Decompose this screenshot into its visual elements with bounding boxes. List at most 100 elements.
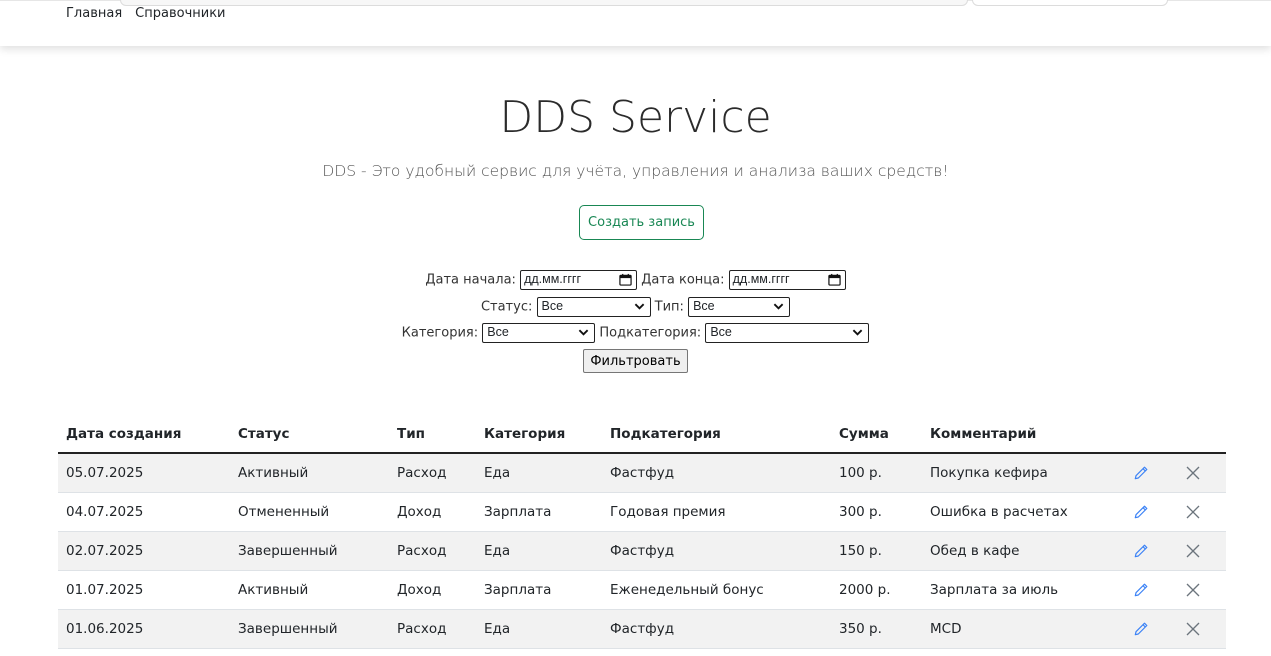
close-icon[interactable] [1185, 465, 1201, 481]
category-select-value: Все [487, 325, 509, 339]
close-icon[interactable] [1185, 504, 1201, 520]
cell-comment: Ошибка в расчетах [922, 492, 1125, 532]
filter-row-status-type: Статус: Все Тип: Все [0, 297, 1271, 317]
cell-delete [1177, 453, 1226, 493]
page-subtitle: DDS - Это удобный сервис для учёта, упра… [322, 162, 949, 180]
cell-comment: Обед в кафе [922, 531, 1125, 571]
cell-delete [1177, 492, 1226, 532]
chevron-down-icon [773, 303, 784, 310]
table-row: 02.07.2025 Завершенный Расход Еда Фастфу… [58, 531, 1226, 571]
cell-amount: 100 р. [831, 453, 922, 493]
cell-amount: 2000 р. [831, 570, 922, 610]
column-header-created-date: Дата создания [58, 416, 230, 454]
type-filter-label: Тип: [654, 299, 684, 315]
column-header-type: Тип [389, 416, 476, 454]
cell-created-date: 05.07.2025 [58, 453, 230, 493]
close-icon[interactable] [1185, 621, 1201, 637]
cell-created-date: 01.07.2025 [58, 570, 230, 610]
subcategory-select[interactable]: Все [705, 323, 870, 343]
cell-subcategory: Фастфуд [602, 453, 831, 493]
pencil-icon[interactable] [1133, 465, 1149, 481]
cell-edit [1125, 570, 1177, 610]
chevron-down-icon [634, 303, 644, 310]
cell-edit [1125, 492, 1177, 532]
nav-link-references[interactable]: Справочники [135, 6, 225, 21]
top-navbar: Главная Справочники [0, 0, 1271, 46]
calendar-icon[interactable] [619, 273, 632, 286]
cell-type: Расход [389, 531, 476, 571]
cell-status: Активный [230, 453, 389, 493]
calendar-icon[interactable] [827, 273, 841, 286]
filter-row-submit: Фильтровать [0, 349, 1271, 373]
cell-type: Доход [389, 570, 476, 610]
table-row: 01.07.2025 Активный Доход Зарплата Ежене… [58, 570, 1226, 610]
cell-edit [1125, 531, 1177, 571]
type-select[interactable]: Все [688, 297, 791, 317]
table-row: 04.07.2025 Отмененный Доход Зарплата Год… [58, 492, 1226, 532]
chevron-down-icon [578, 329, 589, 336]
create-record-button[interactable]: Создать запись [579, 205, 704, 240]
filter-row-category: Категория: Все Подкатегория: Все [0, 323, 1271, 343]
cell-created-date: 01.06.2025 [58, 609, 230, 649]
column-header-subcategory: Подкатегория [602, 416, 831, 454]
column-header-delete [1177, 416, 1226, 454]
subcategory-select-value: Все [710, 325, 732, 339]
column-header-status: Статус [230, 416, 389, 454]
cell-type: Расход [389, 453, 476, 493]
cell-category: Зарплата [476, 570, 602, 610]
cell-subcategory: Годовая премия [602, 492, 831, 532]
table-row: 01.06.2025 Завершенный Расход Еда Фастфу… [58, 609, 1226, 649]
status-select[interactable]: Все [536, 297, 651, 317]
close-icon[interactable] [1185, 582, 1201, 598]
cell-status: Завершенный [230, 609, 389, 649]
category-filter-label: Категория: [401, 325, 479, 341]
table-row: 05.07.2025 Активный Расход Еда Фастфуд 1… [58, 453, 1226, 493]
cell-category: Еда [476, 453, 602, 493]
cell-category: Зарплата [476, 492, 602, 532]
page-title: DDS Service [499, 92, 772, 143]
cell-comment: Покупка кефира [922, 453, 1125, 493]
cell-type: Доход [389, 492, 476, 532]
cell-category: Еда [476, 609, 602, 649]
category-select[interactable]: Все [482, 323, 596, 343]
status-select-value: Все [541, 299, 564, 313]
cell-amount: 300 р. [831, 492, 922, 532]
date-to-input[interactable]: дд.мм.гггг [728, 270, 846, 290]
date-from-value: дд.мм.гггг [524, 272, 582, 286]
cell-delete [1177, 609, 1226, 649]
main-nav: Главная Справочники [66, 6, 226, 21]
date-from-label: Дата начала: [425, 272, 516, 288]
pencil-icon[interactable] [1133, 543, 1149, 559]
subcategory-filter-label: Подкатегория: [599, 325, 702, 341]
column-header-category: Категория [476, 416, 602, 454]
column-header-edit [1125, 416, 1177, 454]
search-bar-stub [120, 0, 968, 6]
date-from-input[interactable]: дд.мм.гггг [520, 270, 638, 290]
close-icon[interactable] [1185, 543, 1201, 559]
cell-category: Еда [476, 531, 602, 571]
cell-delete [1177, 531, 1226, 571]
cell-subcategory: Фастфуд [602, 531, 831, 571]
column-header-comment: Комментарий [922, 416, 1125, 454]
cell-comment: Зарплата за июль [922, 570, 1125, 610]
date-to-label: Дата конца: [641, 272, 725, 288]
column-header-amount: Сумма [831, 416, 922, 454]
cell-status: Отмененный [230, 492, 389, 532]
nav-link-home[interactable]: Главная [66, 6, 122, 21]
filter-row-dates: Дата начала: дд.мм.гггг Дата конца: дд.м… [0, 270, 1271, 290]
status-filter-label: Статус: [480, 299, 533, 315]
pencil-icon[interactable] [1133, 621, 1149, 637]
pencil-icon[interactable] [1133, 582, 1149, 598]
cell-amount: 350 р. [831, 609, 922, 649]
cell-type: Расход [389, 609, 476, 649]
table-header-row: Дата создания Статус Тип Категория Подка… [58, 416, 1226, 454]
chevron-down-icon [853, 329, 863, 336]
cell-comment: MCD [922, 609, 1125, 649]
cell-subcategory: Фастфуд [602, 609, 831, 649]
filter-button[interactable]: Фильтровать [583, 349, 688, 373]
cell-status: Завершенный [230, 531, 389, 571]
cell-amount: 150 р. [831, 531, 922, 571]
cell-edit [1125, 609, 1177, 649]
cell-delete [1177, 570, 1226, 610]
pencil-icon[interactable] [1133, 504, 1149, 520]
